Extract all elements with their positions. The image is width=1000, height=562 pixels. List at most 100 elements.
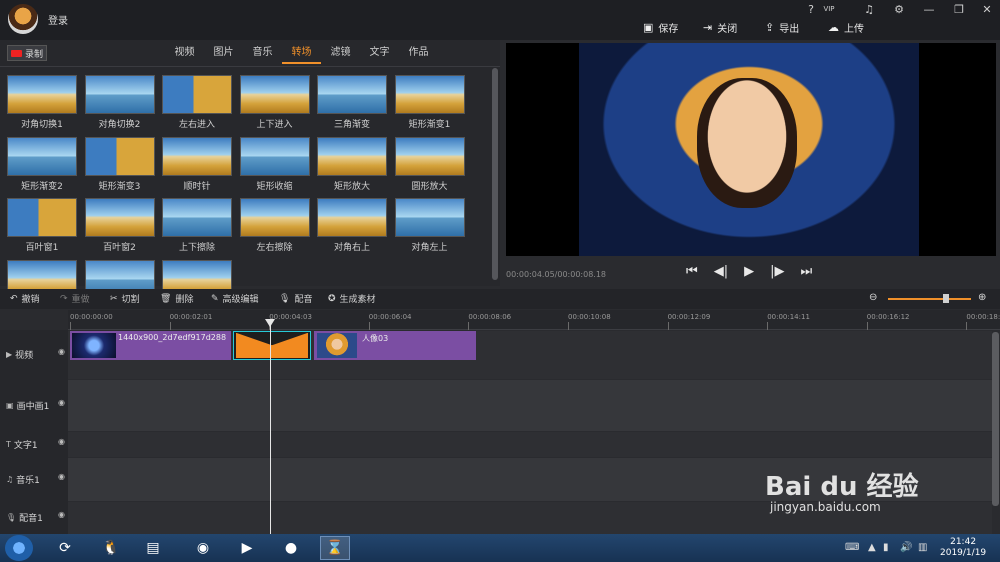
record-label: 录制 [24,49,43,60]
track-visibility-icon[interactable]: ◉ [58,472,65,481]
close-label: 关闭 [717,23,738,35]
transition-thumbnail[interactable] [7,75,77,114]
transition-label: 对角左上 [411,243,448,253]
notification-icon[interactable]: ♫ [860,3,878,17]
help-icon[interactable]: ? [802,3,820,17]
transition-thumbnail[interactable] [394,198,465,237]
transition-thumbnail[interactable] [239,75,310,114]
taskbar-app-firefox-icon[interactable]: ◉ [188,536,218,560]
redo-label: 重做 [71,295,90,305]
track-header[interactable]: ▣ 画中画1 [6,399,49,412]
transition-thumbnail[interactable] [317,75,387,114]
transition-thumbnail[interactable] [84,136,155,176]
start-button[interactable] [5,535,33,561]
taskbar-app-editor-icon[interactable]: ⌛ [320,536,350,560]
ruler-tick-label: 00:00:08:06 [468,313,512,321]
track-header[interactable]: T 文字1 [6,438,38,451]
transition-label: 左右擦除 [256,243,293,253]
network-icon[interactable]: ▥ [918,542,927,553]
transition-thumbnail[interactable] [84,75,155,114]
zoom-slider-handle[interactable] [943,294,949,303]
maximize-icon[interactable]: ❐ [950,3,968,17]
transition-thumbnail[interactable] [394,75,465,114]
tab-image[interactable]: 图片 [204,44,243,64]
redo-button[interactable]: ↷ 重做 [60,292,90,306]
taskbar-app-folder-icon[interactable]: ▤ [138,536,168,560]
generate-asset-button[interactable]: ✪ 生成素材 [328,292,376,306]
transition-thumbnail[interactable] [394,136,465,176]
tab-text[interactable]: 文字 [360,44,399,64]
volume-icon[interactable]: 🔊 [900,542,912,553]
taskbar-app-record-icon[interactable]: ● [276,536,306,560]
close-project-button[interactable]: ⇥ 关闭 [703,19,737,35]
track-header[interactable]: ▶ 视频 [6,348,33,361]
keyboard-icon[interactable]: ⌨ [845,542,859,553]
timeline-track-row[interactable] [68,432,992,457]
transition-label: 百叶窗1 [25,243,59,253]
transition-thumbnail[interactable] [84,198,155,237]
tray-expand-icon[interactable]: ▲ [868,542,876,553]
record-button[interactable]: 录制 [7,45,47,61]
transition-label: 左右进入 [178,120,215,130]
track-visibility-icon[interactable]: ◉ [58,437,65,446]
play-icon[interactable]: ▶ [744,264,754,279]
advanced-edit-button[interactable]: ✎ 高级编辑 [211,292,259,306]
zoom-out-icon[interactable]: ⊖ [869,292,877,303]
save-label: 保存 [658,23,679,35]
undo-button[interactable]: ↶ 撤销 [10,292,40,306]
skip-end-icon[interactable]: ⏭ [800,264,812,279]
scissors-icon: ✂ [110,293,118,304]
watermark-logo: Bai du 经验 [765,472,919,502]
close-window-icon[interactable]: ✕ [978,3,996,17]
transition-thumbnail[interactable] [317,198,387,237]
tab-filter[interactable]: 滤镜 [321,44,360,64]
transition-thumbnail[interactable] [162,198,232,237]
step-forward-icon[interactable]: |▶ [770,264,784,279]
vip-icon[interactable]: VIP [820,5,838,19]
timeline-scrollbar[interactable] [992,332,999,506]
app-logo-avatar[interactable] [8,4,38,34]
save-button[interactable]: ▣ 保存 [643,19,678,35]
transition-thumbnail[interactable] [7,198,77,237]
library-scrollbar[interactable] [492,68,498,280]
transition-thumbnail[interactable] [7,136,77,176]
delete-button[interactable]: 🗑 删除 [160,292,193,306]
tab-works[interactable]: 作品 [399,44,438,64]
timeline-track-row[interactable] [68,380,992,431]
taskbar-app-refresh-icon[interactable]: ⟳ [50,536,80,560]
track-header[interactable]: 🎙 配音1 [6,511,43,524]
transition-thumbnail[interactable] [162,136,232,176]
skip-start-icon[interactable]: ⏮ [686,264,698,279]
playhead-handle[interactable] [265,319,275,327]
transition-thumbnail[interactable] [162,75,232,114]
login-link[interactable]: 登录 [48,12,68,27]
transition-thumbnail[interactable] [239,198,310,237]
ruler-tick-label: 00:00:02:01 [169,313,213,321]
track-label: 画中画1 [16,401,50,412]
taskbar-app-qq-icon[interactable]: 🐧 [96,536,126,560]
export-button[interactable]: ⇪ 导出 [765,19,799,35]
device-icon[interactable]: ▮ [883,542,889,553]
track-visibility-icon[interactable]: ◉ [58,347,65,356]
minimize-icon[interactable]: — [920,3,938,17]
track-visibility-icon[interactable]: ◉ [58,398,65,407]
transition-thumbnail[interactable] [239,136,310,176]
dub-button[interactable]: 🎙 配音 [279,292,312,306]
track-type-icon: ▶ [6,350,13,359]
taskbar-app-media-icon[interactable]: ▶ [232,536,262,560]
playhead-line[interactable] [270,320,271,534]
track-visibility-icon[interactable]: ◉ [58,510,65,519]
tab-music[interactable]: 音乐 [243,44,282,64]
tab-video[interactable]: 视频 [165,44,204,64]
transition-icon [236,333,308,358]
transition-thumbnail[interactable] [317,136,387,176]
settings-icon[interactable]: ⚙ [890,3,908,17]
track-header[interactable]: ♫ 音乐1 [6,473,40,486]
upload-button[interactable]: ☁ 上传 [828,19,864,35]
cut-button[interactable]: ✂ 切割 [110,292,140,306]
step-back-icon[interactable]: ◀| [714,264,728,279]
taskbar-clock[interactable]: 21:42 2019/1/19 [940,537,986,559]
tab-transition[interactable]: 转场 [282,44,321,64]
zoom-slider-track[interactable] [888,298,971,300]
zoom-in-icon[interactable]: ⊕ [978,292,986,303]
